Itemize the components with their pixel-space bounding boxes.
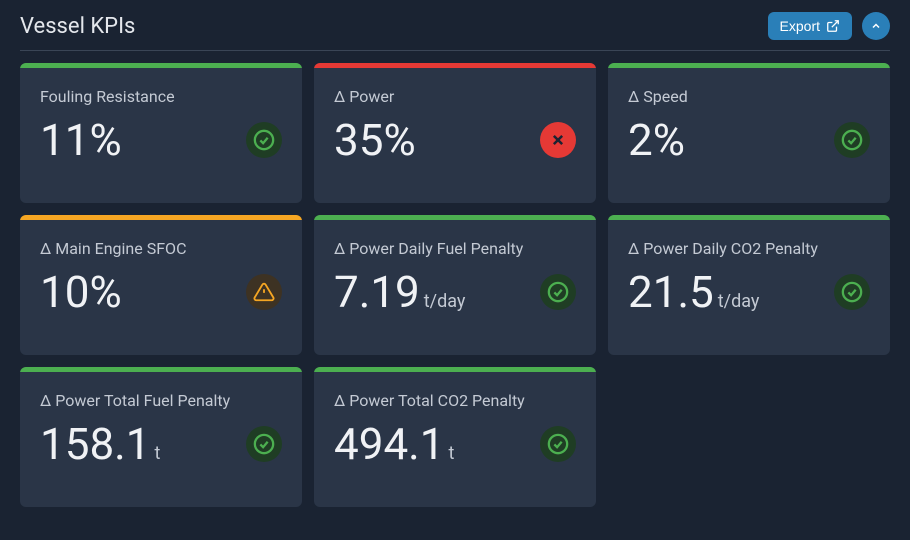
kpi-value: 10% bbox=[40, 270, 122, 314]
kpi-body: 11% bbox=[40, 118, 282, 162]
export-button[interactable]: Export bbox=[768, 12, 852, 40]
kpi-label: Δ Power Total CO2 Penalty bbox=[334, 391, 576, 410]
status-bar bbox=[20, 63, 302, 68]
status-bar bbox=[20, 215, 302, 220]
kpi-value: 7.19t/day bbox=[334, 270, 465, 314]
kpi-value: 11% bbox=[40, 118, 122, 162]
warning-icon bbox=[246, 274, 282, 310]
kpi-label: Δ Speed bbox=[628, 87, 870, 106]
check-icon bbox=[540, 274, 576, 310]
check-icon bbox=[834, 274, 870, 310]
collapse-button[interactable] bbox=[862, 12, 890, 40]
kpi-unit: t bbox=[155, 445, 161, 463]
kpi-body: 2% bbox=[628, 118, 870, 162]
kpi-label: Δ Power bbox=[334, 87, 576, 106]
check-icon bbox=[540, 426, 576, 462]
kpi-unit: t/day bbox=[424, 293, 466, 311]
kpi-card[interactable]: Δ Main Engine SFOC 10% bbox=[20, 215, 302, 355]
kpi-card[interactable]: Fouling Resistance 11% bbox=[20, 63, 302, 203]
kpi-card[interactable]: Δ Power Daily CO2 Penalty 21.5t/day bbox=[608, 215, 890, 355]
chevron-up-icon bbox=[870, 20, 882, 32]
status-bar bbox=[314, 215, 596, 220]
kpi-value: 35% bbox=[334, 118, 416, 162]
kpi-label: Δ Power Daily CO2 Penalty bbox=[628, 239, 870, 258]
kpi-label: Δ Power Daily Fuel Penalty bbox=[334, 239, 576, 258]
kpi-card[interactable]: Δ Power 35% bbox=[314, 63, 596, 203]
kpi-value: 21.5t/day bbox=[628, 270, 759, 314]
kpi-card[interactable]: Δ Speed 2% bbox=[608, 63, 890, 203]
kpi-body: 7.19t/day bbox=[334, 270, 576, 314]
x-icon bbox=[540, 122, 576, 158]
export-button-label: Export bbox=[780, 18, 820, 34]
status-bar bbox=[314, 63, 596, 68]
kpi-value: 494.1t bbox=[334, 422, 454, 466]
status-bar bbox=[608, 63, 890, 68]
kpi-label: Δ Main Engine SFOC bbox=[40, 239, 282, 258]
kpi-body: 10% bbox=[40, 270, 282, 314]
header: Vessel KPIs Export bbox=[20, 12, 890, 51]
header-actions: Export bbox=[768, 12, 890, 40]
check-icon bbox=[246, 122, 282, 158]
kpi-value: 2% bbox=[628, 118, 685, 162]
kpi-label: Δ Power Total Fuel Penalty bbox=[40, 391, 282, 410]
kpi-body: 158.1t bbox=[40, 422, 282, 466]
status-bar bbox=[608, 215, 890, 220]
kpi-body: 494.1t bbox=[334, 422, 576, 466]
kpi-body: 35% bbox=[334, 118, 576, 162]
kpi-grid: Fouling Resistance 11% Δ Power 35% Δ Speed 2%… bbox=[20, 63, 890, 507]
kpi-value: 158.1t bbox=[40, 422, 160, 466]
check-icon bbox=[834, 122, 870, 158]
external-link-icon bbox=[826, 19, 840, 33]
status-bar bbox=[314, 367, 596, 372]
page-title: Vessel KPIs bbox=[20, 14, 135, 39]
kpi-body: 21.5t/day bbox=[628, 270, 870, 314]
kpi-card[interactable]: Δ Power Daily Fuel Penalty 7.19t/day bbox=[314, 215, 596, 355]
kpi-label: Fouling Resistance bbox=[40, 87, 282, 106]
kpi-unit: t bbox=[449, 445, 455, 463]
kpi-card[interactable]: Δ Power Total Fuel Penalty 158.1t bbox=[20, 367, 302, 507]
kpi-card[interactable]: Δ Power Total CO2 Penalty 494.1t bbox=[314, 367, 596, 507]
check-icon bbox=[246, 426, 282, 462]
status-bar bbox=[20, 367, 302, 372]
kpi-unit: t/day bbox=[718, 293, 760, 311]
